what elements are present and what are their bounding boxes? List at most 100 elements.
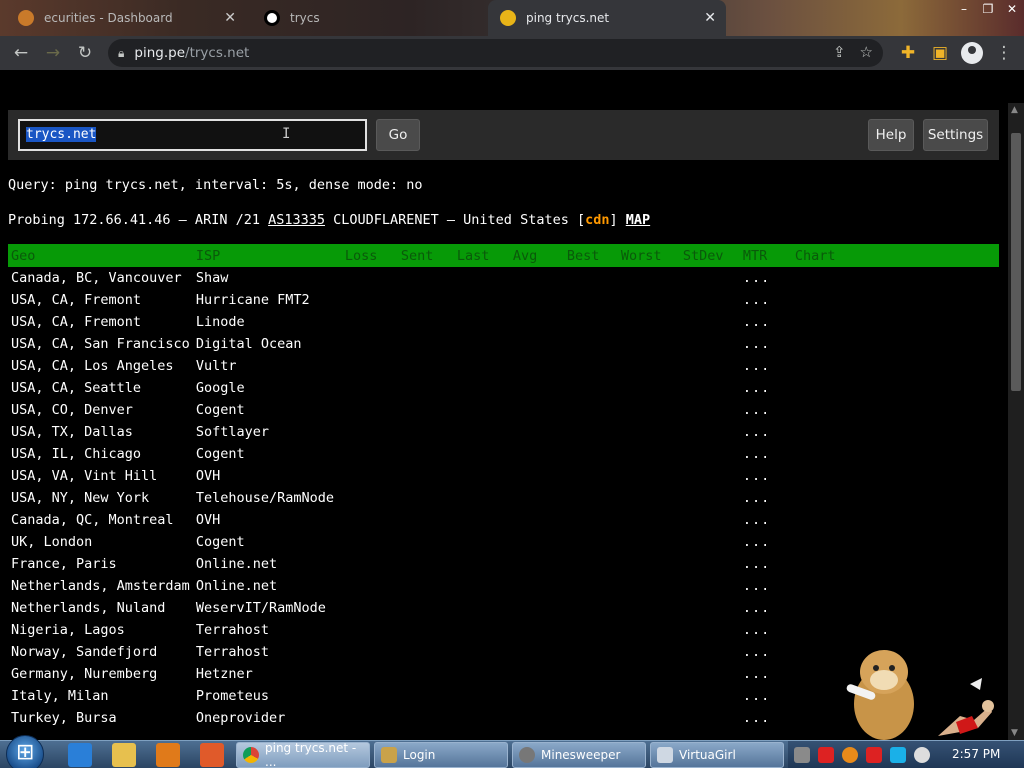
mtr-cell[interactable]: ... xyxy=(740,465,792,487)
last-cell xyxy=(454,377,510,399)
probe-line: Probing 172.66.41.46 – ARIN /21 AS13335 … xyxy=(8,212,650,228)
geo-cell: USA, VA, Vint Hill xyxy=(11,468,158,484)
profile-avatar-icon[interactable] xyxy=(961,42,983,64)
chart-cell xyxy=(792,355,999,377)
tray-app-icon[interactable] xyxy=(794,747,810,763)
loss-cell xyxy=(342,487,398,509)
help-button[interactable]: Help xyxy=(868,119,914,151)
table-row: USA, NY, New York Telehouse/RamNode... xyxy=(8,487,999,509)
asn-link[interactable]: AS13335 xyxy=(268,212,325,228)
mtr-cell[interactable]: ... xyxy=(740,421,792,443)
worst-cell xyxy=(618,509,680,531)
taskbar-item-minesweeper[interactable]: Minesweeper xyxy=(512,742,646,768)
scroll-up-icon[interactable]: ▲ xyxy=(1011,105,1018,115)
mtr-cell[interactable]: ... xyxy=(740,553,792,575)
firefox-icon[interactable] xyxy=(200,743,224,767)
geo-cell: Canada, BC, Vancouver xyxy=(11,270,182,286)
mtr-cell[interactable]: ... xyxy=(740,597,792,619)
back-arrow-icon[interactable]: ← xyxy=(5,37,37,69)
side-panel-icon[interactable]: ▣ xyxy=(924,37,956,69)
mtr-cell[interactable]: ... xyxy=(740,289,792,311)
sent-cell xyxy=(398,421,454,443)
address-bar[interactable]: 🔒︎ ping.pe/trycs.net ⇪ ☆ xyxy=(108,39,883,67)
loss-cell xyxy=(342,685,398,707)
internet-explorer-icon[interactable] xyxy=(68,743,92,767)
taskbar-item-login[interactable]: Login xyxy=(374,742,508,768)
mtr-cell[interactable]: ... xyxy=(740,333,792,355)
minimize-icon[interactable]: – xyxy=(952,0,976,18)
search-panel: trycs.net I Go Help Settings xyxy=(8,110,999,160)
bookmark-star-icon[interactable]: ☆ xyxy=(860,43,873,61)
mtr-cell[interactable]: ... xyxy=(740,531,792,553)
taskbar-item-chrome[interactable]: ping trycs.net - ... xyxy=(236,741,370,768)
close-icon[interactable]: ✕ xyxy=(704,10,716,26)
restore-icon[interactable]: ❐ xyxy=(976,0,1000,18)
page-content: trycs.net I Go Help Settings Query: ping… xyxy=(0,70,1008,740)
tray-monitor-icon[interactable] xyxy=(890,747,906,763)
geo-cell: USA, CA, San Francisco xyxy=(11,336,190,352)
tab-label: trycs xyxy=(290,11,320,25)
map-link[interactable]: MAP xyxy=(626,212,650,228)
extensions-puzzle-icon[interactable]: ✚ xyxy=(892,37,924,69)
mtr-cell[interactable]: ... xyxy=(740,619,792,641)
mtr-cell[interactable]: ... xyxy=(740,443,792,465)
scrollbar-thumb[interactable] xyxy=(1011,133,1021,391)
mtr-cell[interactable]: ... xyxy=(740,575,792,597)
mtr-cell[interactable]: ... xyxy=(740,267,792,289)
tab-trycs[interactable]: trycs xyxy=(252,2,482,34)
forward-arrow-icon[interactable]: → xyxy=(37,37,69,69)
tab-dashboard[interactable]: ecurities - Dashboard ✕ xyxy=(6,2,246,34)
geo-cell: Italy, Milan xyxy=(11,688,109,704)
mtr-cell[interactable]: ... xyxy=(740,663,792,685)
start-button[interactable] xyxy=(6,735,44,768)
mtr-cell[interactable]: ... xyxy=(740,509,792,531)
stdev-cell xyxy=(680,685,740,707)
col-avg: Avg xyxy=(509,244,564,267)
avg-cell xyxy=(510,553,564,575)
mtr-cell[interactable]: ... xyxy=(740,355,792,377)
best-cell xyxy=(564,509,618,531)
text-cursor-icon: I xyxy=(282,126,291,142)
chart-cell xyxy=(792,509,999,531)
mtr-cell[interactable]: ... xyxy=(740,311,792,333)
settings-button[interactable]: Settings xyxy=(923,119,988,151)
geo-cell: Nigeria, Lagos xyxy=(11,622,125,638)
tray-volume-icon[interactable] xyxy=(914,747,930,763)
close-icon[interactable]: ✕ xyxy=(224,10,236,26)
scroll-down-icon[interactable]: ▼ xyxy=(1011,728,1018,738)
probe-prefix: Probing 172.66.41.46 – ARIN /21 xyxy=(8,212,269,228)
stdev-cell xyxy=(680,663,740,685)
taskbar-item-virtuagirl[interactable]: VirtuaGirl xyxy=(650,742,784,768)
lock-icon[interactable]: 🔒︎ xyxy=(118,46,124,61)
table-row: Netherlands, Nuland WeservIT/RamNode... xyxy=(8,597,999,619)
go-button[interactable]: Go xyxy=(376,119,420,151)
mtr-cell[interactable]: ... xyxy=(740,487,792,509)
col-best: Best xyxy=(563,244,618,267)
page-scrollbar[interactable]: ▲ ▼ xyxy=(1008,103,1024,740)
sent-cell xyxy=(398,311,454,333)
isp-cell: Vultr xyxy=(195,358,237,374)
kebab-menu-icon[interactable]: ⋮ xyxy=(988,37,1020,69)
stdev-cell xyxy=(680,333,740,355)
host-search-input[interactable]: trycs.net I xyxy=(18,119,367,151)
mtr-cell[interactable]: ... xyxy=(740,641,792,663)
tray-flag-icon[interactable] xyxy=(866,747,882,763)
table-row: Canada, BC, Vancouver Shaw... xyxy=(8,267,999,289)
media-player-icon[interactable] xyxy=(156,743,180,767)
tab-ping-trycs[interactable]: ping trycs.net ✕ xyxy=(488,0,726,36)
tray-v-icon[interactable] xyxy=(818,747,834,763)
loss-cell xyxy=(342,619,398,641)
trycs-favicon-icon xyxy=(264,10,280,26)
mtr-cell[interactable]: ... xyxy=(740,399,792,421)
taskbar-clock[interactable]: 2:57 PM xyxy=(952,747,1000,761)
isp-cell: Prometeus xyxy=(195,688,269,704)
mtr-cell[interactable]: ... xyxy=(740,685,792,707)
tray-search-icon[interactable] xyxy=(842,747,858,763)
reload-icon[interactable]: ↻ xyxy=(69,37,101,69)
mtr-cell[interactable]: ... xyxy=(740,377,792,399)
share-icon[interactable]: ⇪ xyxy=(833,43,846,61)
stdev-cell xyxy=(680,597,740,619)
file-explorer-icon[interactable] xyxy=(112,743,136,767)
mtr-cell[interactable]: ... xyxy=(740,707,792,729)
close-window-icon[interactable]: ✕ xyxy=(1000,0,1024,18)
